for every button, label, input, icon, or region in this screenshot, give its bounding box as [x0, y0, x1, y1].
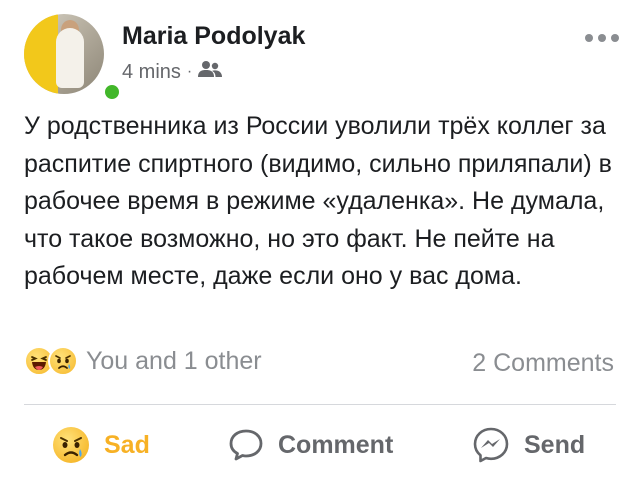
friends-icon[interactable] — [198, 60, 223, 84]
messenger-icon — [472, 426, 510, 464]
sad-face-icon — [52, 426, 90, 464]
avatar-body — [56, 28, 84, 88]
avatar-background — [24, 14, 58, 94]
meta-separator: · — [186, 63, 193, 80]
more-dot — [585, 34, 593, 42]
post-actions-bar: Sad Comment Send — [0, 418, 640, 472]
more-dot — [598, 34, 606, 42]
avatar-photo[interactable] — [24, 14, 104, 94]
reactions-summary[interactable]: You and 1 other — [24, 346, 262, 376]
author-name[interactable]: Maria Podolyak — [122, 22, 305, 51]
post-timestamp[interactable]: 4 mins — [122, 61, 181, 84]
send-label: Send — [524, 430, 586, 459]
comment-label: Comment — [278, 430, 394, 459]
send-button[interactable]: Send — [472, 418, 585, 472]
post-meta: 4 mins · — [122, 60, 223, 84]
more-options-icon[interactable] — [585, 34, 619, 46]
comment-button[interactable]: Comment — [228, 418, 393, 472]
online-status-indicator — [102, 82, 122, 102]
sad-reaction-button[interactable]: Sad — [52, 418, 150, 472]
comment-icon — [228, 427, 264, 463]
actions-divider — [24, 404, 616, 405]
sad-reaction-label: Sad — [104, 430, 150, 459]
sad-reaction-icon — [48, 346, 78, 376]
more-dot — [611, 34, 619, 42]
comments-count[interactable]: 2 Comments — [472, 349, 614, 378]
post-text: У родственника из России уволили трёх ко… — [24, 112, 612, 290]
reactions-summary-label[interactable]: You and 1 other — [86, 347, 262, 376]
author-avatar[interactable] — [24, 14, 122, 102]
